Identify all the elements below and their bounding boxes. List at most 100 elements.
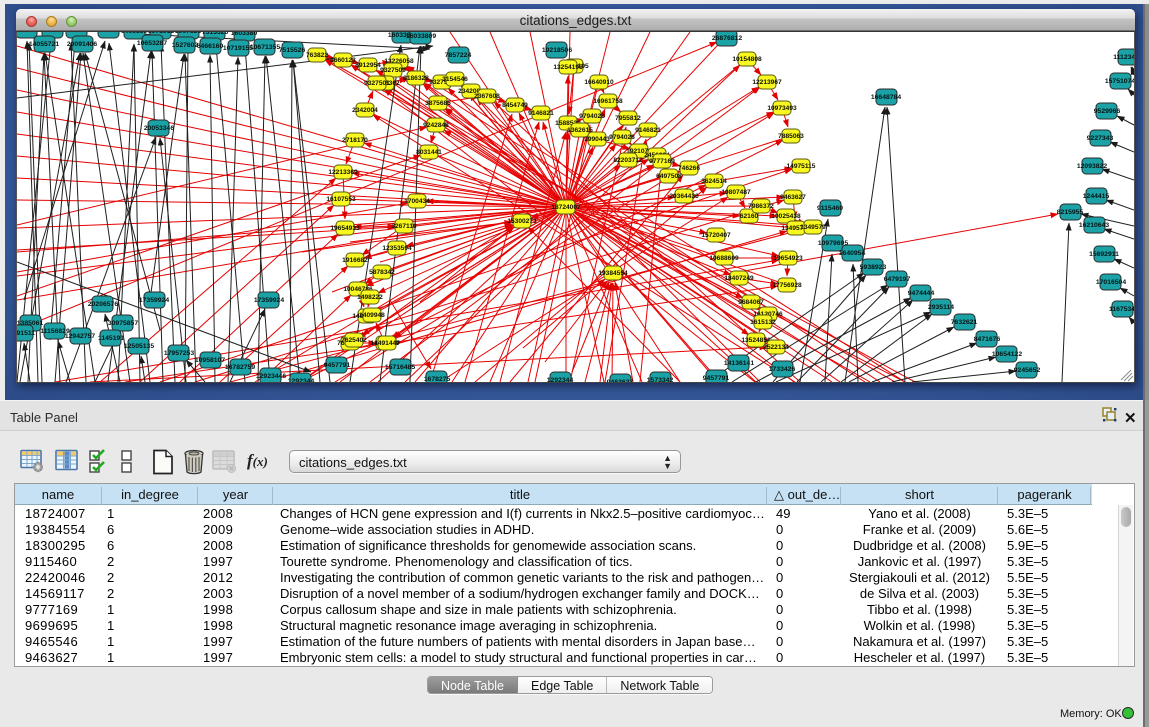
svg-text:9227343: 9227343 xyxy=(1087,135,1114,142)
svg-text:1990443: 1990443 xyxy=(584,136,610,143)
svg-text:6466160: 6466160 xyxy=(197,43,224,50)
svg-text:16210643: 16210643 xyxy=(1079,222,1109,229)
svg-text:17016504: 17016504 xyxy=(1096,279,1126,286)
svg-text:12213967: 12213967 xyxy=(752,79,782,86)
svg-text:1292344: 1292344 xyxy=(547,377,574,382)
svg-text:18724007: 18724007 xyxy=(551,204,581,211)
svg-text:7857224: 7857224 xyxy=(445,52,472,59)
svg-text:20053346: 20053346 xyxy=(144,125,174,132)
svg-text:1167534: 1167534 xyxy=(1109,306,1134,313)
svg-text:7632621: 7632621 xyxy=(951,319,978,326)
svg-text:12942757: 12942757 xyxy=(65,333,95,340)
svg-text:3875685: 3875685 xyxy=(425,100,451,107)
svg-text:1733426: 1733426 xyxy=(769,366,796,373)
svg-text:62160: 62160 xyxy=(740,213,759,220)
svg-text:10025438: 10025438 xyxy=(771,213,801,220)
svg-text:15751074: 15751074 xyxy=(1105,78,1134,85)
svg-text:20364436: 20364436 xyxy=(669,193,699,200)
svg-text:1405572: 1405572 xyxy=(17,32,40,34)
svg-text:8660123: 8660123 xyxy=(330,57,356,64)
svg-text:12353594: 12353594 xyxy=(382,245,412,252)
svg-text:16782759: 16782759 xyxy=(225,364,255,371)
svg-text:16648784: 16648784 xyxy=(871,94,901,101)
svg-text:6479197: 6479197 xyxy=(884,276,911,283)
svg-text:1244415: 1244415 xyxy=(1083,193,1110,200)
svg-text:15692911: 15692911 xyxy=(1089,251,1119,258)
svg-text:1498222: 1498222 xyxy=(357,294,383,301)
svg-text:9327509: 9327509 xyxy=(380,67,406,74)
svg-text:7885063: 7885063 xyxy=(778,133,804,140)
svg-text:20091406: 20091406 xyxy=(67,41,97,48)
svg-text:1491447: 1491447 xyxy=(374,340,400,347)
svg-text:8031441: 8031441 xyxy=(416,149,442,156)
svg-text:2367608: 2367608 xyxy=(474,93,500,100)
svg-text:13524851: 13524851 xyxy=(741,337,771,344)
svg-text:9474444: 9474444 xyxy=(908,290,935,297)
svg-text:16961758: 16961758 xyxy=(593,98,623,105)
svg-text:1640954: 1640954 xyxy=(839,250,866,257)
svg-text:1391511: 1391511 xyxy=(17,330,35,337)
svg-text:12923446: 12923446 xyxy=(256,373,286,380)
svg-text:9457791: 9457791 xyxy=(324,362,351,369)
svg-text:3624514: 3624514 xyxy=(701,178,727,185)
svg-text:30975857: 30975857 xyxy=(108,320,138,327)
svg-text:1065328: 1065328 xyxy=(63,32,90,34)
svg-text:9457791: 9457791 xyxy=(703,375,730,382)
svg-text:8215955: 8215955 xyxy=(1057,209,1084,216)
svg-text:9684067: 9684067 xyxy=(738,299,764,306)
svg-text:1678275: 1678275 xyxy=(424,376,451,382)
svg-text:3154546: 3154546 xyxy=(442,76,468,83)
svg-text:1615132: 1615132 xyxy=(750,319,776,326)
svg-text:19218506: 19218506 xyxy=(542,47,572,54)
svg-text:17957253: 17957253 xyxy=(164,350,194,357)
svg-text:14055721: 14055721 xyxy=(29,41,59,48)
svg-text:10807487: 10807487 xyxy=(721,189,751,196)
svg-text:746266: 746266 xyxy=(678,165,700,172)
svg-text:1916682: 1916682 xyxy=(342,257,368,264)
svg-text:20206576: 20206576 xyxy=(88,301,118,308)
svg-text:6497508: 6497508 xyxy=(656,173,682,180)
svg-text:6466160: 6466160 xyxy=(121,32,148,35)
svg-text:11123456: 11123456 xyxy=(1113,54,1134,61)
svg-text:10653287: 10653287 xyxy=(137,40,167,47)
svg-text:2522134: 2522134 xyxy=(763,344,789,351)
svg-text:26876812: 26876812 xyxy=(712,35,742,42)
svg-text:15716485: 15716485 xyxy=(385,364,415,371)
svg-text:5938923: 5938923 xyxy=(860,264,887,271)
svg-text:8186328: 8186328 xyxy=(403,75,429,82)
svg-text:17359924: 17359924 xyxy=(139,297,169,304)
svg-text:9529966: 9529966 xyxy=(1094,108,1121,115)
svg-text:8454749: 8454749 xyxy=(502,102,528,109)
svg-text:10719155: 10719155 xyxy=(223,45,253,52)
svg-text:5878342: 5878342 xyxy=(369,269,395,276)
svg-text:7955812: 7955812 xyxy=(615,115,641,122)
svg-text:2718170: 2718170 xyxy=(342,137,368,144)
svg-text:17756928: 17756928 xyxy=(772,282,802,289)
svg-text:14975115: 14975115 xyxy=(787,163,816,170)
svg-text:1067135: 1067135 xyxy=(175,32,202,35)
svg-text:15720407: 15720407 xyxy=(701,232,731,239)
svg-text:2342004: 2342004 xyxy=(352,107,378,114)
svg-text:10654122: 10654122 xyxy=(992,351,1022,358)
svg-text:7515526: 7515526 xyxy=(279,47,306,54)
svg-text:12505135: 12505135 xyxy=(124,343,154,350)
svg-text:7515526: 7515526 xyxy=(202,32,229,36)
svg-text:15300273: 15300273 xyxy=(507,218,537,225)
svg-text:10688609: 10688609 xyxy=(709,255,739,262)
svg-text:1527602: 1527602 xyxy=(95,32,122,34)
svg-text:1527602: 1527602 xyxy=(172,42,199,49)
svg-text:2935114: 2935114 xyxy=(928,304,954,311)
svg-text:9463627: 9463627 xyxy=(607,379,634,382)
svg-text:1700434: 1700434 xyxy=(404,198,430,205)
svg-text:9242848: 9242848 xyxy=(423,122,449,129)
svg-text:763822: 763822 xyxy=(306,52,328,59)
svg-text:9794028: 9794028 xyxy=(609,134,635,141)
svg-text:7986372: 7986372 xyxy=(748,203,774,210)
svg-text:17359924: 17359924 xyxy=(254,297,284,304)
svg-text:16107553: 16107553 xyxy=(326,196,356,203)
svg-text:10154808: 10154808 xyxy=(732,56,762,63)
svg-text:1145191: 1145191 xyxy=(98,335,124,342)
svg-text:9245652: 9245652 xyxy=(1014,367,1041,374)
svg-text:9463627: 9463627 xyxy=(780,194,806,201)
svg-text:8471676: 8471676 xyxy=(974,336,1001,343)
